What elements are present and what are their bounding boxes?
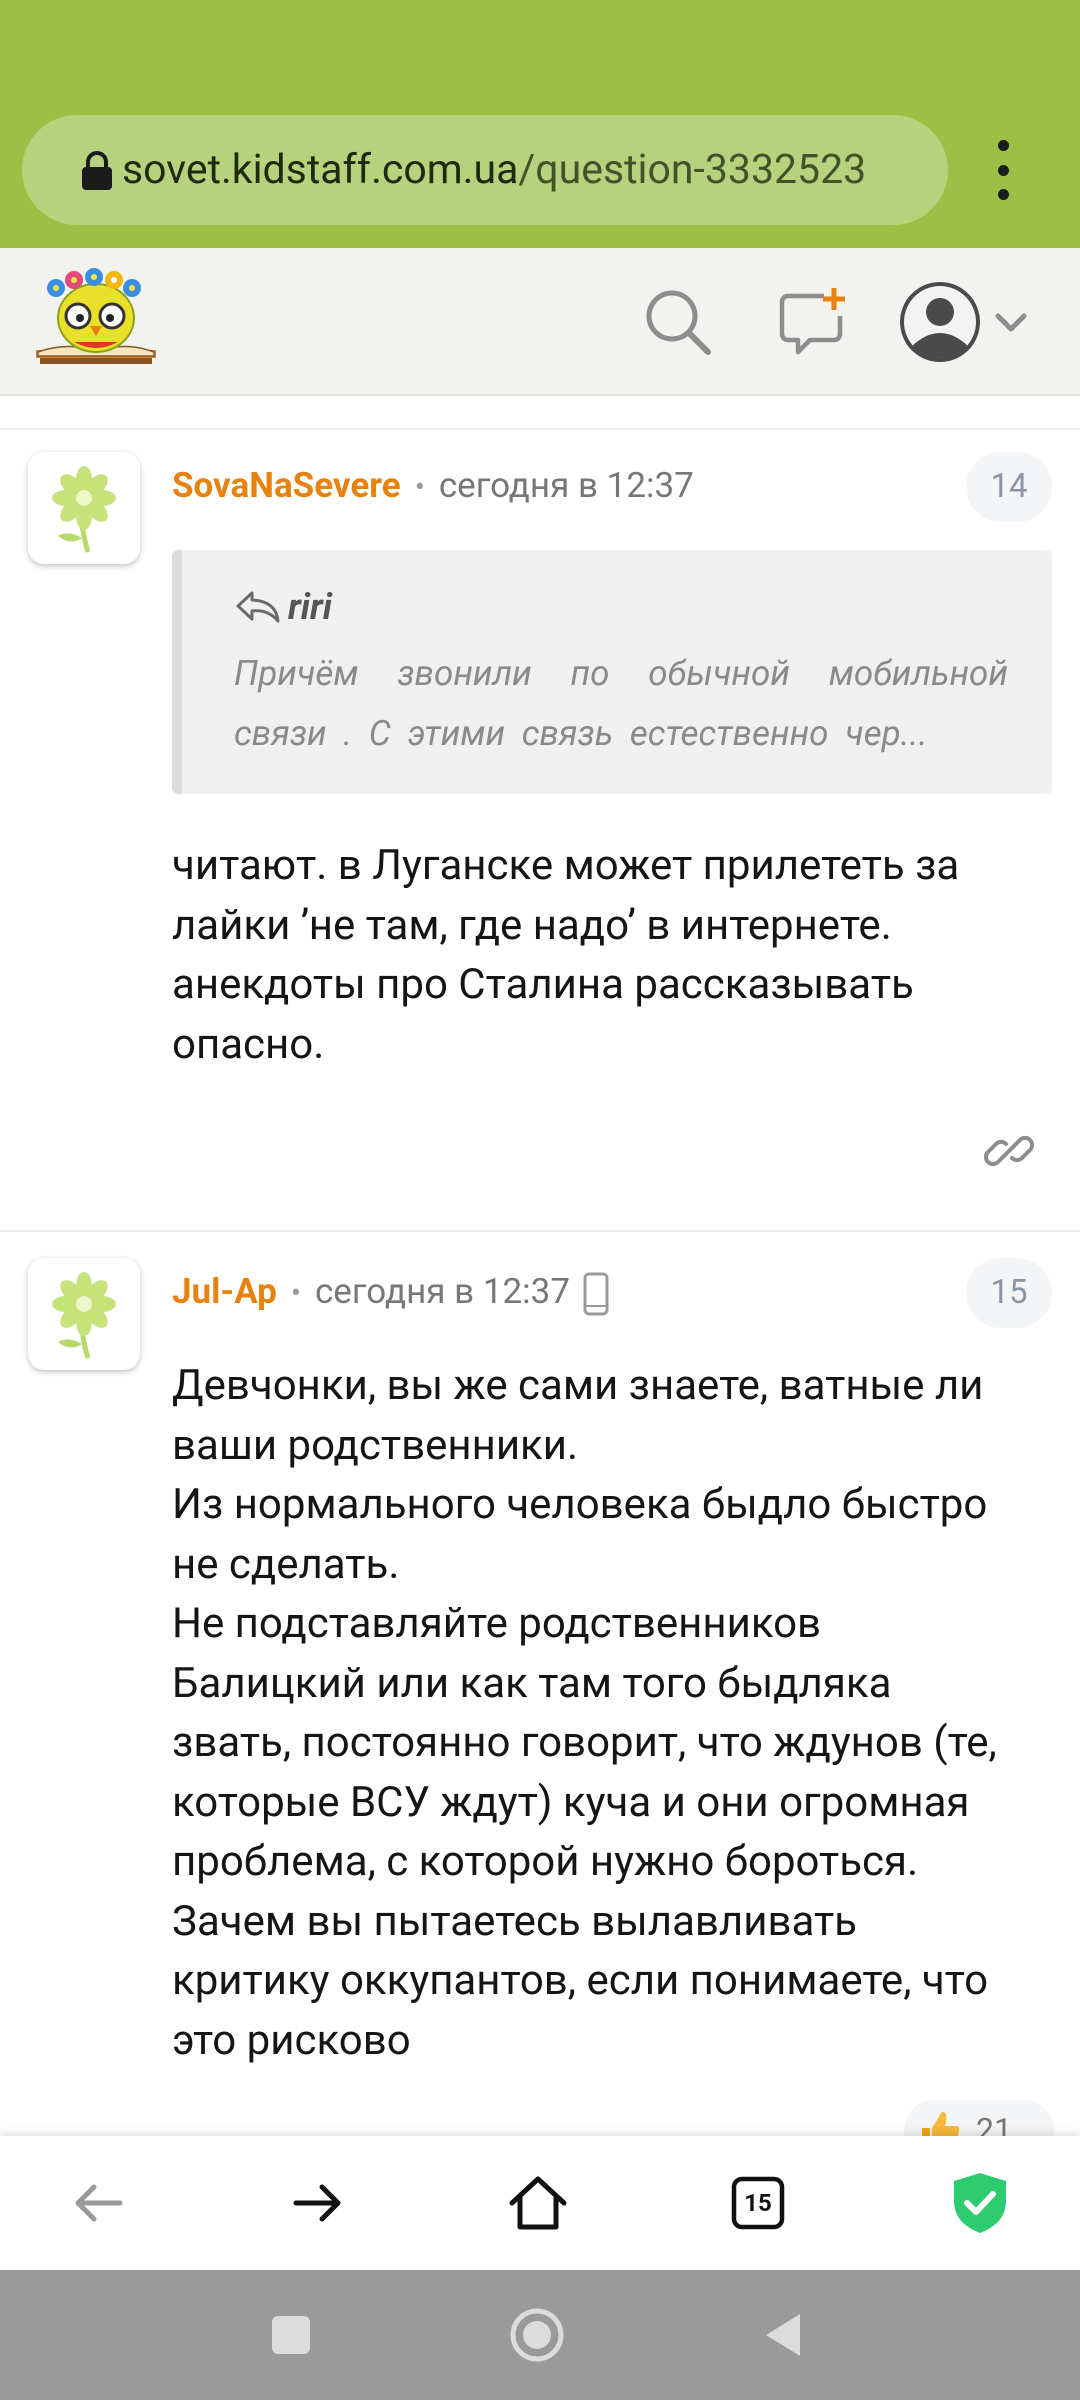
- comment-line: лайки ’не там, где надо’ в интернете.: [172, 900, 892, 950]
- quote-text: Причём звонили по обычной мобильной связ…: [234, 653, 1008, 754]
- comment-text: читают. в Луганске может прилететь за ла…: [172, 836, 1052, 1074]
- comment-meta: Jul-Ap • сегодня в 12:37: [172, 1264, 610, 1320]
- quote-author: riri: [234, 586, 332, 628]
- system-home-icon[interactable]: [504, 2302, 570, 2368]
- url-path: /question-3332523: [518, 146, 867, 194]
- comment-number[interactable]: 15: [966, 1258, 1052, 1328]
- comment-line: ваши родственники.: [172, 1420, 579, 1470]
- more-vert-icon[interactable]: [988, 140, 1018, 200]
- url-host: sovet.kidstaff.com.ua: [122, 146, 519, 194]
- shield-check-icon[interactable]: [946, 2169, 1014, 2237]
- forward-arrow-icon[interactable]: [284, 2169, 352, 2237]
- link-icon[interactable]: [984, 1126, 1034, 1176]
- comment-line: читают. в Луганске может прилететь за: [172, 841, 960, 890]
- new-question-icon[interactable]: [776, 286, 848, 358]
- comment-line: опасно.: [172, 1019, 325, 1069]
- tabs-count: 15: [744, 2189, 772, 2217]
- comment-line: Из нормального человека быдло быстро: [172, 1480, 988, 1529]
- site-header: [0, 248, 1080, 396]
- comment-line: проблема, с которой нужно бороться.: [172, 1837, 919, 1886]
- comment-line: Не подставляйте родственников: [172, 1599, 822, 1648]
- flower-icon: [52, 1272, 116, 1359]
- comment-line: Зачем вы пытаетесь вылавливать: [172, 1896, 857, 1946]
- quote-author-name: riri: [288, 586, 333, 628]
- comment-line: критику оккупантов, если понимаете, что: [172, 1956, 989, 2005]
- author-avatar[interactable]: [28, 452, 140, 564]
- profile-menu[interactable]: [898, 274, 1038, 370]
- comment-line: не сделать.: [172, 1539, 400, 1589]
- comment-meta: SovaNaSevere • сегодня в 12:37: [172, 458, 694, 514]
- system-navigation-bar: [0, 2270, 1080, 2400]
- search-icon[interactable]: [642, 286, 714, 358]
- meta-separator: •: [414, 470, 425, 505]
- kidstaff-owl-logo[interactable]: [34, 268, 158, 372]
- tabs-button[interactable]: 15: [724, 2169, 792, 2237]
- browser-bottom-toolbar: 15: [0, 2136, 1080, 2270]
- comment-text: Девчонки, вы же сами знаете, ватные ли в…: [172, 1356, 1052, 2070]
- divider: [0, 428, 1080, 430]
- comment-line: звать, постоянно говорит, что ждунов (те…: [172, 1718, 997, 1767]
- author-name[interactable]: Jul-Ap: [172, 1271, 277, 1312]
- comment-line: Девчонки, вы же сами знаете, ватные ли: [172, 1361, 984, 1410]
- divider: [0, 1230, 1080, 1232]
- browser-toolbar: sovet.kidstaff.com.ua/question-3332523: [0, 0, 1080, 248]
- lock-icon: [82, 151, 112, 190]
- mobile-device-icon: [583, 1272, 609, 1316]
- quote-block[interactable]: riri Причём звонили по обычной мобильной…: [172, 550, 1052, 794]
- author-avatar[interactable]: [28, 1258, 140, 1370]
- home-icon[interactable]: [504, 2169, 572, 2237]
- recent-apps-icon[interactable]: [258, 2302, 324, 2368]
- reply-icon: [236, 591, 280, 623]
- comment-line: анекдоты про Сталина рассказывать: [172, 960, 914, 1009]
- comment-line: это рисково: [172, 2015, 411, 2065]
- system-back-icon[interactable]: [752, 2302, 818, 2368]
- comment-line: Балицкий или как там того быдляка: [172, 1658, 892, 1708]
- comment-line: которые ВСУ ждут) куча и они огромная: [172, 1777, 970, 1827]
- url-text[interactable]: sovet.kidstaff.com.ua/question-3332523: [122, 115, 942, 225]
- meta-separator: •: [290, 1276, 301, 1311]
- author-name[interactable]: SovaNaSevere: [172, 465, 401, 506]
- comment-time: сегодня в 12:37: [438, 465, 694, 506]
- flower-icon: [52, 466, 116, 553]
- comment-number[interactable]: 14: [966, 452, 1052, 522]
- comment-time: сегодня в 12:37: [314, 1271, 570, 1312]
- back-arrow-icon[interactable]: [64, 2169, 132, 2237]
- address-bar[interactable]: sovet.kidstaff.com.ua/question-3332523: [22, 115, 948, 225]
